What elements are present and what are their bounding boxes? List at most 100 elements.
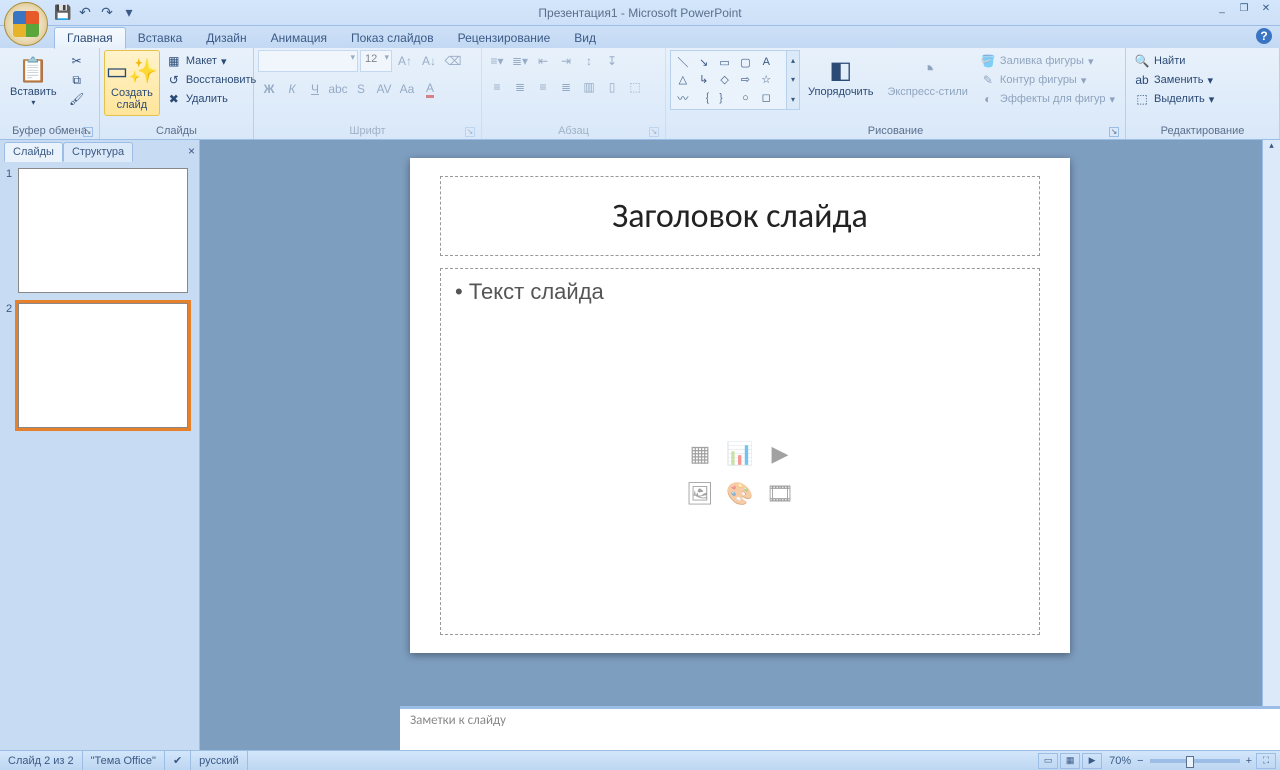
layout-button[interactable]: ▦Макет ▾ (162, 52, 260, 70)
shape-brace2-icon[interactable]: ｝ (715, 89, 735, 107)
qat-save[interactable]: 💾 (54, 4, 72, 22)
new-slide-button[interactable]: ▭✨ Создать слайд (104, 50, 160, 116)
increase-indent-button[interactable]: ⇥ (555, 50, 577, 72)
text-direction-button[interactable]: ↧ (601, 50, 623, 72)
align-text-button[interactable]: ▯ (601, 76, 623, 98)
bullets-button[interactable]: ≡▾ (486, 50, 508, 72)
line-spacing-button[interactable]: ↕ (578, 50, 600, 72)
tab-slideshow[interactable]: Показ слайдов (339, 28, 446, 48)
tab-view[interactable]: Вид (562, 28, 608, 48)
help-button[interactable]: ? (1256, 28, 1272, 44)
shapes-more[interactable]: ▴▾▾ (786, 51, 799, 109)
shape-curve-icon[interactable]: 〰 (673, 89, 693, 107)
notes-pane[interactable]: Заметки к слайду (400, 706, 1280, 750)
clipboard-launcher[interactable]: ↘ (83, 127, 93, 137)
tab-review[interactable]: Рецензирование (446, 28, 563, 48)
tab-design[interactable]: Дизайн (194, 28, 258, 48)
columns-button[interactable]: ▥ (578, 76, 600, 98)
shape-textbox-icon[interactable]: A (756, 53, 776, 71)
font-launcher[interactable]: ↘ (465, 127, 475, 137)
shapes-gallery[interactable]: ＼ ↘ ▭ ▢ A △ ↳ ◇ ⇨ ☆ 〰 ｛ ｝ ○ ◻ ▴▾▾ (670, 50, 800, 110)
insert-table-icon[interactable]: ▦ (683, 437, 717, 471)
arrange-button[interactable]: ◧ Упорядочить (802, 50, 879, 102)
bold-button[interactable]: Ж (258, 78, 280, 100)
title-placeholder[interactable]: Заголовок слайда (440, 176, 1040, 256)
insert-smartart-icon[interactable]: ▶ (763, 437, 797, 471)
select-button[interactable]: ⬚Выделить ▾ (1130, 90, 1218, 108)
justify-button[interactable]: ≣ (555, 76, 577, 98)
shape-brace-icon[interactable]: ｛ (694, 89, 714, 107)
smartart-button[interactable]: ⬚ (624, 76, 646, 98)
slide-canvas[interactable]: Заголовок слайда Текст слайда ▦ 📊 ▶ 🖼 🎨 … (410, 158, 1070, 653)
zoom-level[interactable]: 70% (1103, 755, 1137, 767)
shape-diamond-icon[interactable]: ◇ (715, 72, 735, 87)
format-painter-button[interactable]: 🖌 (65, 90, 89, 108)
delete-slide-button[interactable]: ✖Удалить (162, 90, 260, 108)
close-button[interactable]: ✕ (1256, 3, 1276, 17)
font-family-dropdown[interactable] (258, 50, 358, 72)
minimize-button[interactable]: _ (1212, 3, 1232, 17)
cut-button[interactable]: ✂ (65, 52, 89, 70)
office-button[interactable] (4, 2, 48, 46)
status-language[interactable]: русский (191, 751, 247, 770)
align-left-button[interactable]: ≡ (486, 76, 508, 98)
insert-chart-icon[interactable]: 📊 (723, 437, 757, 471)
shape-line-icon[interactable]: ＼ (673, 53, 693, 71)
shape-callout-icon[interactable]: ◻ (756, 89, 776, 107)
copy-button[interactable]: ⧉ (65, 71, 89, 89)
font-size-dropdown[interactable]: 12 (360, 50, 392, 72)
align-center-button[interactable]: ≣ (509, 76, 531, 98)
pane-close[interactable]: × (188, 144, 195, 158)
fit-window-button[interactable]: ⛶ (1256, 753, 1276, 769)
status-spellcheck[interactable]: ✔ (165, 751, 191, 770)
shape-arrow-icon[interactable]: ↘ (694, 53, 714, 71)
sorter-view-button[interactable]: ▦ (1060, 753, 1080, 769)
shape-fill-button[interactable]: 🪣Заливка фигуры ▾ (976, 52, 1119, 70)
insert-clipart-icon[interactable]: 🎨 (723, 477, 757, 511)
italic-button[interactable]: К (281, 78, 303, 100)
quick-styles-button[interactable]: ◔ Экспресс-стили (881, 50, 973, 102)
numbering-button[interactable]: ≣▾ (509, 50, 531, 72)
shadow-button[interactable]: S (350, 78, 372, 100)
shape-connector-icon[interactable]: ↳ (694, 72, 714, 87)
grow-font-button[interactable]: A↑ (394, 50, 416, 72)
vertical-scrollbar[interactable]: ▴ ▾ ≪ ≫ (1262, 140, 1280, 750)
maximize-button[interactable]: ❐ (1234, 3, 1254, 17)
zoom-in-button[interactable]: + (1246, 755, 1252, 767)
change-case-button[interactable]: Aa (396, 78, 418, 100)
shape-star-icon[interactable]: ☆ (756, 72, 776, 87)
pane-tab-outline[interactable]: Структура (63, 142, 133, 162)
pane-tab-slides[interactable]: Слайды (4, 142, 63, 162)
qat-redo[interactable]: ↷ (98, 4, 116, 22)
insert-media-icon[interactable]: 🎞 (763, 477, 797, 511)
char-spacing-button[interactable]: AV (373, 78, 395, 100)
drawing-launcher[interactable]: ↘ (1109, 127, 1119, 137)
normal-view-button[interactable]: ▭ (1038, 753, 1058, 769)
paragraph-launcher[interactable]: ↘ (649, 127, 659, 137)
shape-arrowr-icon[interactable]: ⇨ (736, 72, 756, 87)
underline-button[interactable]: Ч (304, 78, 326, 100)
paste-button[interactable]: 📋 Вставить ▾ (4, 50, 63, 111)
tab-home[interactable]: Главная (54, 27, 126, 49)
shape-outline-button[interactable]: ✎Контур фигуры ▾ (976, 71, 1119, 89)
slide-thumbnail-1[interactable] (18, 168, 188, 293)
qat-customize[interactable]: ▾ (120, 4, 138, 22)
replace-button[interactable]: abЗаменить ▾ (1130, 71, 1218, 89)
align-right-button[interactable]: ≡ (532, 76, 554, 98)
zoom-slider[interactable] (1150, 759, 1240, 763)
font-color-button[interactable]: A (419, 78, 441, 100)
slideshow-view-button[interactable]: ▶ (1082, 753, 1102, 769)
shape-oval-icon[interactable]: ○ (736, 89, 756, 107)
decrease-indent-button[interactable]: ⇤ (532, 50, 554, 72)
strikethrough-button[interactable]: abc (327, 78, 349, 100)
tab-animation[interactable]: Анимация (259, 28, 339, 48)
body-placeholder[interactable]: Текст слайда ▦ 📊 ▶ 🖼 🎨 🎞 (440, 268, 1040, 635)
reset-button[interactable]: ↺Восстановить (162, 71, 260, 89)
tab-insert[interactable]: Вставка (126, 28, 195, 48)
insert-picture-icon[interactable]: 🖼 (683, 477, 717, 511)
shape-effects-button[interactable]: ◐Эффекты для фигур ▾ (976, 90, 1119, 108)
zoom-out-button[interactable]: − (1137, 755, 1143, 767)
shape-rect-icon[interactable]: ▭ (715, 53, 735, 71)
find-button[interactable]: 🔍Найти (1130, 52, 1218, 70)
slide-thumbnail-2[interactable] (18, 303, 188, 428)
